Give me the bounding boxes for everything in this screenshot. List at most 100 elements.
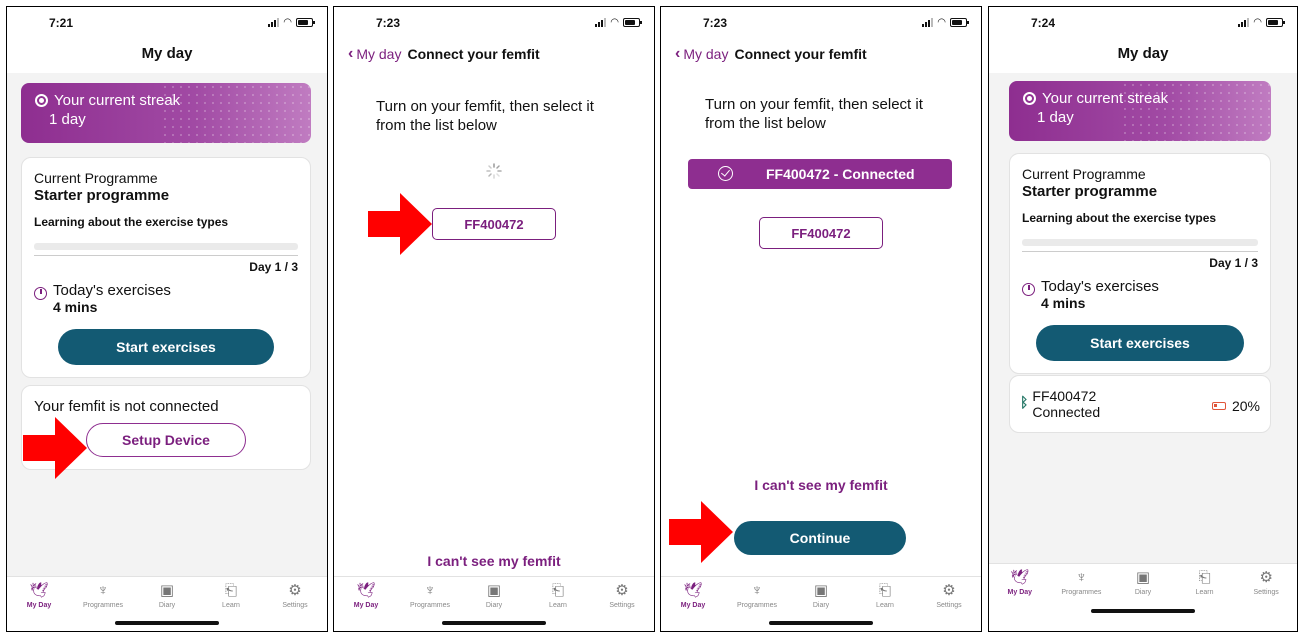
- connected-device-banner[interactable]: FF400472 - Connected: [688, 159, 952, 189]
- calendar-icon: ▣: [486, 582, 502, 599]
- book-icon: ⎗: [224, 582, 237, 599]
- today-label: Today's exercises: [1041, 278, 1159, 295]
- tab-my-day[interactable]: 🕊 My Day: [992, 569, 1048, 596]
- bird-icon: 🕊: [356, 582, 376, 599]
- device-option-button[interactable]: FF400472: [432, 208, 556, 240]
- bird-icon: 🕊: [29, 582, 49, 599]
- tab-diary[interactable]: ▣ Diary: [793, 582, 849, 609]
- battery-icon: [1266, 18, 1285, 27]
- page-title: My day: [1117, 45, 1169, 62]
- cant-see-femfit-link[interactable]: I can't see my femfit: [661, 477, 981, 493]
- tab-learn[interactable]: ⎗ Learn: [530, 582, 586, 609]
- book-icon: ⎗: [551, 582, 564, 599]
- tab-diary[interactable]: ▣ Diary: [139, 582, 195, 609]
- wifi-icon: ◠: [937, 17, 946, 28]
- tab-bar: 🕊 My Day ♆ Programmes ▣ Diary ⎗ Learn ⚙ Setti…: [989, 563, 1297, 631]
- programme-description: Learning about the exercise types: [34, 215, 229, 229]
- red-arrow-annotation: [23, 417, 87, 479]
- status-icons: ◠: [922, 17, 969, 28]
- content-area: Your current streak 1 day Current Progra…: [989, 73, 1297, 563]
- tab-settings[interactable]: ⚙ Settings: [267, 582, 323, 609]
- bluetooth-icon: ᛒ: [1020, 394, 1029, 410]
- femfit-status-card[interactable]: ᛒ FF400472 Connected 20%: [1009, 375, 1271, 433]
- programme-heading: Current Programme: [1022, 166, 1146, 182]
- streak-label: Your current streak: [54, 92, 181, 109]
- low-battery-icon: [1211, 402, 1226, 410]
- tab-learn[interactable]: ⎗ Learn: [857, 582, 913, 609]
- start-exercises-button[interactable]: Start exercises: [58, 329, 274, 365]
- instruction-text: Turn on your femfit, then select it from…: [705, 96, 923, 132]
- programme-name: Starter programme: [1022, 183, 1158, 200]
- loading-spinner-icon: [486, 163, 502, 179]
- content-area: Your current streak 1 day Current Progra…: [7, 73, 327, 576]
- setup-device-button[interactable]: Setup Device: [86, 423, 246, 457]
- status-bar: 7:24 ◠: [989, 7, 1297, 37]
- tab-programmes[interactable]: ♆ Programmes: [729, 582, 785, 609]
- continue-button[interactable]: Continue: [734, 521, 906, 555]
- tab-my-day[interactable]: 🕊 My Day: [338, 582, 394, 609]
- tab-programmes[interactable]: ♆ Programmes: [75, 582, 131, 609]
- nav-bar: ‹ My day Connect your femfit: [675, 45, 867, 63]
- tab-my-day[interactable]: 🕊 My Day: [665, 582, 721, 609]
- start-exercises-button[interactable]: Start exercises: [1036, 325, 1244, 361]
- cant-see-femfit-link[interactable]: I can't see my femfit: [334, 553, 654, 569]
- status-time: 7:23: [703, 16, 728, 30]
- calendar-icon: ▣: [813, 582, 829, 599]
- tab-settings[interactable]: ⚙ Settings: [594, 582, 650, 609]
- tab-learn[interactable]: ⎗ Learn: [203, 582, 259, 609]
- red-arrow-annotation: [368, 193, 432, 255]
- streak-icon: [35, 94, 48, 107]
- gear-icon: ⚙: [288, 582, 302, 599]
- tab-programmes[interactable]: ♆ Programmes: [1053, 569, 1109, 596]
- tab-my-day[interactable]: 🕊 My Day: [11, 582, 67, 609]
- device-option-button[interactable]: FF400472: [759, 217, 883, 249]
- home-indicator: [1091, 609, 1195, 613]
- programme-progress-bar: [1022, 239, 1258, 246]
- signal-icon: [268, 18, 280, 27]
- programme-progress-bar: [34, 243, 298, 250]
- red-arrow-annotation: [669, 501, 733, 563]
- today-duration: 4 mins: [1041, 295, 1086, 311]
- streak-card: Your current streak 1 day: [1009, 81, 1271, 141]
- streak-icon: [1023, 92, 1036, 105]
- gear-icon: ⚙: [615, 582, 629, 599]
- chevron-left-icon: ‹: [675, 45, 681, 62]
- tab-learn[interactable]: ⎗ Learn: [1177, 569, 1233, 596]
- femfit-battery-level: 20%: [1231, 398, 1260, 414]
- sprout-icon: ♆: [1075, 569, 1088, 586]
- home-indicator: [442, 621, 546, 625]
- signal-icon: [922, 18, 934, 27]
- streak-value: 1 day: [49, 111, 86, 128]
- tab-bar: 🕊 My Day ♆ Programmes ▣ Diary ⎗ Learn ⚙ Setti…: [334, 576, 654, 631]
- back-button[interactable]: ‹ My day: [348, 45, 401, 63]
- day-counter: Day 1 / 3: [34, 255, 298, 274]
- calendar-icon: ▣: [1135, 569, 1151, 586]
- status-bar: 7:21 ◠: [7, 7, 327, 37]
- tab-programmes[interactable]: ♆ Programmes: [402, 582, 458, 609]
- today-duration: 4 mins: [53, 299, 98, 315]
- tab-settings[interactable]: ⚙ Settings: [921, 582, 977, 609]
- tab-diary[interactable]: ▣ Diary: [466, 582, 522, 609]
- tab-settings[interactable]: ⚙ Settings: [1238, 569, 1294, 596]
- signal-icon: [1238, 18, 1250, 27]
- tab-diary[interactable]: ▣ Diary: [1115, 569, 1171, 596]
- home-indicator: [115, 621, 219, 625]
- status-bar: 7:23 ◠: [334, 7, 654, 37]
- home-indicator: [769, 621, 873, 625]
- book-icon: ⎗: [878, 582, 891, 599]
- instruction-text: Turn on your femfit, then select it from…: [376, 98, 594, 134]
- gear-icon: ⚙: [942, 582, 956, 599]
- bird-icon: 🕊: [1010, 569, 1030, 586]
- calendar-icon: ▣: [159, 582, 175, 599]
- bird-icon: 🕊: [683, 582, 703, 599]
- sprout-icon: ♆: [97, 582, 109, 599]
- device-status-text: Your femfit is not connected: [34, 398, 219, 415]
- check-circle-icon: [718, 166, 733, 181]
- status-time: 7:21: [49, 16, 74, 30]
- wifi-icon: ◠: [283, 17, 292, 28]
- status-icons: ◠: [595, 17, 642, 28]
- programme-card: Current Programme Starter programme Lear…: [1009, 153, 1271, 374]
- back-button[interactable]: ‹ My day: [675, 45, 728, 63]
- programme-name: Starter programme: [34, 187, 170, 204]
- screen-connect-searching: 7:23 ◠ ‹ My day Connect your femfit Turn …: [333, 6, 655, 632]
